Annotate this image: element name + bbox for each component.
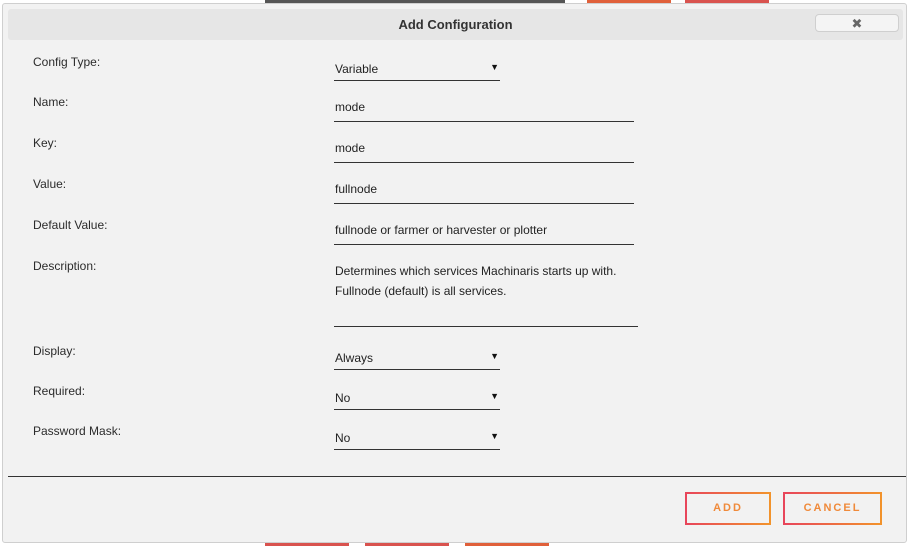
key-label: Key: (33, 136, 58, 150)
default-value-value: fullnode or farmer or harvester or plott… (335, 223, 548, 237)
value-label: Value: (33, 177, 67, 191)
close-icon: ✖ (851, 16, 863, 31)
description-value: Determines which services Machinaris sta… (335, 264, 624, 298)
default-value-input[interactable]: fullnode or farmer or harvester or plott… (334, 218, 634, 245)
config-type-value: Variable (335, 62, 379, 76)
key-value: mode (335, 141, 366, 155)
key-input[interactable]: mode (334, 136, 634, 163)
dialog-titlebar[interactable]: Add Configuration ✖ (8, 9, 903, 40)
description-label: Description: (33, 259, 97, 273)
add-configuration-dialog: Add Configuration ✖ Config Type: Variabl… (2, 3, 907, 543)
description-textarea[interactable]: Determines which services Machinaris sta… (334, 260, 638, 327)
name-label: Name: (33, 95, 69, 109)
name-value: mode (335, 100, 366, 114)
add-button[interactable]: ADD (685, 492, 771, 525)
dialog-title: Add Configuration (398, 17, 513, 32)
chevron-down-icon: ▼ (490, 62, 499, 72)
display-select[interactable]: Always ▼ (334, 346, 500, 370)
close-button[interactable]: ✖ (815, 14, 899, 32)
password-mask-label: Password Mask: (33, 424, 122, 438)
password-mask-value: No (335, 431, 351, 445)
chevron-down-icon: ▼ (490, 351, 499, 361)
required-value: No (335, 391, 351, 405)
required-label: Required: (33, 384, 86, 398)
value-value: fullnode (335, 182, 378, 196)
footer-divider (8, 476, 906, 477)
cancel-button[interactable]: CANCEL (783, 492, 882, 525)
display-label: Display: (33, 344, 76, 358)
config-type-select[interactable]: Variable ▼ (334, 57, 500, 81)
password-mask-select[interactable]: No ▼ (334, 426, 500, 450)
required-select[interactable]: No ▼ (334, 386, 500, 410)
value-input[interactable]: fullnode (334, 177, 634, 204)
chevron-down-icon: ▼ (490, 391, 499, 401)
chevron-down-icon: ▼ (490, 431, 499, 441)
default-value-label: Default Value: (33, 218, 108, 232)
display-value: Always (335, 351, 374, 365)
config-type-label: Config Type: (33, 55, 101, 69)
name-input[interactable]: mode (334, 95, 634, 122)
